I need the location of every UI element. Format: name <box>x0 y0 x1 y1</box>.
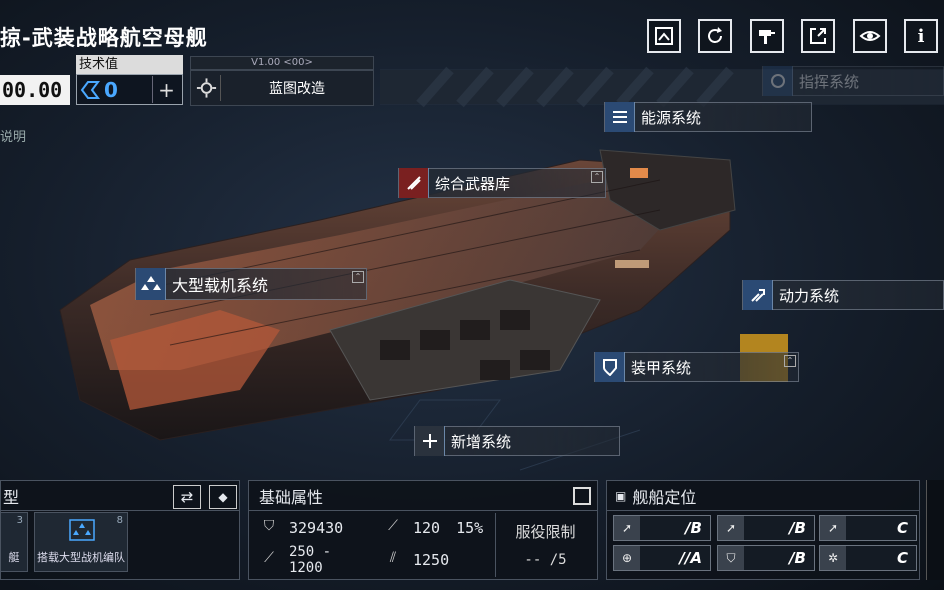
service-limit-title: 服役限制 <box>515 523 576 541</box>
side-panel-edge <box>926 480 944 580</box>
blueprint-modify-button[interactable]: 蓝图改造 <box>190 70 374 106</box>
position-cell-6[interactable]: ✲ C <box>819 545 917 571</box>
cost-value: 00.00 <box>0 75 70 105</box>
tech-box: 0 + <box>76 74 183 105</box>
position-rating: C <box>896 519 908 537</box>
system-armor[interactable]: 装甲系统 ⌃ <box>594 352 799 382</box>
stat-hp-value: 329430 <box>289 519 344 537</box>
ship-title: 掠-武装战略航空母舰 <box>0 26 208 50</box>
collapse-icon[interactable]: ⌃ <box>591 171 603 183</box>
stat-damage-value: 250 - 1200 <box>288 544 332 576</box>
damage-icon: ⟋ <box>264 550 274 566</box>
layers-button[interactable]: ◆ <box>209 485 237 509</box>
ship-type-title: 型 <box>3 487 20 507</box>
ship-positioning-panel: ▣ 舰船定位 ➚ /B ➚ /B ➚ C ⊕ //A ⛉ /B ✲ C <box>606 480 920 580</box>
type-card-1[interactable]: 3 艇 <box>0 512 28 572</box>
system-command-label: 指挥系统 <box>799 72 860 91</box>
system-energy-label: 能源系统 <box>641 108 702 127</box>
system-weapons-label: 综合武器库 <box>435 174 511 193</box>
shield-icon <box>595 352 625 382</box>
armor-icon: ⟋ <box>388 518 398 534</box>
intercept-icon: ⊕ <box>614 546 640 570</box>
share-button[interactable] <box>801 19 835 53</box>
system-add-new-label: 新增系统 <box>451 432 512 451</box>
blueprint-icon <box>655 27 673 45</box>
share-icon <box>810 28 826 44</box>
position-cell-3[interactable]: ➚ C <box>819 515 917 541</box>
system-weapons[interactable]: 综合武器库 ⌃ <box>398 168 606 198</box>
type-card-2[interactable]: 8 搭载大型战机编队 <box>34 512 128 572</box>
energy-icon <box>605 102 635 132</box>
position-cell-4[interactable]: ⊕ //A <box>613 545 711 571</box>
support-icon: ✲ <box>820 546 846 570</box>
position-rating: //A <box>679 549 702 567</box>
ship-positioning-title: 舰船定位 <box>632 487 697 507</box>
command-icon <box>763 66 793 96</box>
paint-icon <box>759 30 775 44</box>
carrier-icon <box>69 519 95 541</box>
description-link[interactable]: 说明 <box>0 126 26 145</box>
plus-icon <box>415 426 445 456</box>
type-card-label: 搭载大型战机编队 <box>37 551 125 564</box>
type-card-label: 艇 <box>8 551 20 564</box>
blueprint-view-button[interactable] <box>647 19 681 53</box>
collapse-icon[interactable]: ⌃ <box>784 355 796 367</box>
service-limit: 服役限制 -- /5 <box>495 513 595 577</box>
add-tech-button[interactable]: + <box>152 76 180 103</box>
info-button[interactable]: i <box>904 19 938 53</box>
speed-icon: ⫽ <box>389 550 397 566</box>
position-cell-2[interactable]: ➚ /B <box>717 515 815 541</box>
system-command[interactable]: 指挥系统 <box>762 66 944 96</box>
copy-icon[interactable] <box>573 487 591 505</box>
system-carrier[interactable]: 大型载机系统 ⌃ <box>135 268 367 300</box>
stat-damage: ⟋ 250 - 1200 <box>249 544 373 576</box>
stat-armor-value: 120 <box>413 519 441 537</box>
position-rating: /B <box>685 519 702 537</box>
stat-armor-percent: 15% <box>456 519 484 537</box>
paint-button[interactable] <box>750 19 784 53</box>
type-card-count: 3 <box>16 515 23 526</box>
tech-icon <box>80 80 100 99</box>
stat-speed-value: 1250 <box>413 551 450 569</box>
lock-icon: ▣ <box>615 488 627 503</box>
blueprint-version: V1.00 <00> <box>190 56 374 70</box>
view-icon <box>859 31 881 41</box>
system-power-label: 动力系统 <box>779 286 840 305</box>
tech-value: 0 <box>104 77 118 102</box>
system-carrier-label: 大型载机系统 <box>172 276 269 295</box>
info-icon: i <box>917 25 925 47</box>
collapse-icon[interactable]: ⌃ <box>352 271 364 283</box>
carrier-icon <box>136 268 166 300</box>
attack-icon: ➚ <box>614 516 640 540</box>
system-energy[interactable]: 能源系统 <box>604 102 812 132</box>
refresh-button[interactable] <box>698 19 732 53</box>
stat-armor: ⟋ 120 15% <box>373 513 493 543</box>
defense-icon: ⛉ <box>718 546 744 570</box>
base-attributes-title: 基础属性 <box>259 487 324 507</box>
gear-icon <box>196 75 221 101</box>
system-armor-label: 装甲系统 <box>631 358 692 377</box>
position-rating: C <box>896 549 908 567</box>
missile-icon <box>399 168 429 198</box>
type-card-count: 8 <box>116 515 123 526</box>
service-limit-value: -- /5 <box>524 552 567 568</box>
position-rating: /B <box>789 519 806 537</box>
stat-speed: ⫽ 1250 <box>373 545 493 575</box>
blueprint-modify-label: 蓝图改造 <box>269 81 325 97</box>
position-cell-5[interactable]: ⛉ /B <box>717 545 815 571</box>
position-cell-1[interactable]: ➚ /B <box>613 515 711 541</box>
swap-button[interactable]: ⇄ <box>173 485 201 509</box>
thruster-icon <box>743 280 773 310</box>
view-button[interactable] <box>853 19 887 53</box>
position-rating: /B <box>789 549 806 567</box>
tech-label: 技术值 <box>76 55 183 74</box>
strike-icon: ➚ <box>718 516 744 540</box>
shield-icon: ⛉ <box>263 518 275 534</box>
bombard-icon: ➚ <box>820 516 846 540</box>
refresh-icon <box>708 27 722 43</box>
system-power[interactable]: 动力系统 <box>742 280 944 310</box>
base-attributes-panel: 基础属性 ⛉ 329430 ⟋ 120 15% ⟋ 250 - 1200 ⫽ 1… <box>248 480 598 580</box>
system-add-new[interactable]: 新增系统 <box>414 426 620 456</box>
stat-hp: ⛉ 329430 <box>249 513 373 543</box>
